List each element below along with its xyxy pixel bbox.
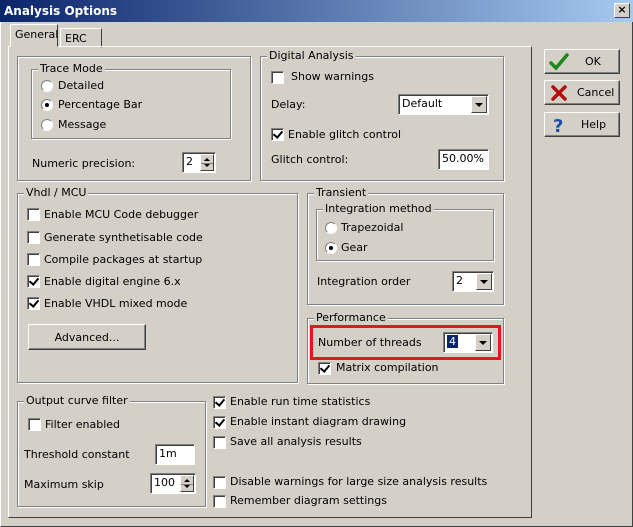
show-warnings-label: Show warnings xyxy=(291,70,374,83)
integration-order-label: Integration order xyxy=(317,275,411,288)
tab-erc[interactable]: ERC xyxy=(60,28,102,48)
delay-label: Delay: xyxy=(271,98,306,111)
x-icon xyxy=(551,85,567,101)
save-results-checkbox[interactable] xyxy=(213,436,226,449)
cancel-label: Cancel xyxy=(577,86,615,99)
detailed-radio[interactable] xyxy=(41,80,53,92)
max-skip-label: Maximum skip xyxy=(24,478,104,491)
numeric-precision-spinner[interactable] xyxy=(200,154,214,171)
svg-text:?: ? xyxy=(553,116,563,135)
threshold-value: 1m xyxy=(159,447,177,460)
synthetisable-code-checkbox[interactable] xyxy=(27,231,40,244)
digital-analysis-title: Digital Analysis xyxy=(267,49,356,62)
trapezoidal-label: Trapezoidal xyxy=(341,221,404,234)
threshold-input[interactable]: 1m xyxy=(155,444,195,465)
delay-value: Default xyxy=(402,97,443,110)
integration-order-value: 2 xyxy=(456,274,463,287)
trace-mode-title: Trace Mode xyxy=(38,62,105,75)
filter-enabled-label: Filter enabled xyxy=(45,418,121,431)
compile-packages-checkbox[interactable] xyxy=(27,253,40,266)
tab-erc-label: ERC xyxy=(65,32,87,45)
vhdl-mixed-mode-label: Enable VHDL mixed mode xyxy=(44,297,188,310)
delay-dropdown-button[interactable] xyxy=(471,96,487,113)
numeric-precision-label: Numeric precision: xyxy=(32,157,136,170)
threads-highlight-box xyxy=(310,325,501,360)
close-button[interactable]: × xyxy=(614,3,630,18)
detailed-label: Detailed xyxy=(58,79,105,92)
disable-warnings-checkbox[interactable] xyxy=(213,476,226,489)
mcu-debugger-checkbox[interactable] xyxy=(27,208,40,221)
gear-radio[interactable] xyxy=(325,242,337,254)
title-bar: Analysis Options × xyxy=(0,0,633,22)
show-warnings-checkbox[interactable] xyxy=(271,71,284,84)
synthetisable-code-label: Generate synthetisable code xyxy=(44,231,203,244)
run-time-stats-checkbox[interactable] xyxy=(213,396,226,409)
instant-drawing-checkbox[interactable] xyxy=(213,416,226,429)
message-label: Message xyxy=(58,118,107,131)
run-time-stats-label: Enable run time statistics xyxy=(230,395,371,408)
matrix-compilation-label: Matrix compilation xyxy=(336,361,439,374)
performance-title: Performance xyxy=(314,311,388,324)
max-skip-spinner[interactable] xyxy=(180,475,194,492)
tab-general-label: General xyxy=(15,28,59,41)
help-button[interactable]: ? Help xyxy=(544,112,620,137)
vhdl-mcu-group: Vhdl / MCU xyxy=(17,186,298,383)
percentage-bar-radio[interactable] xyxy=(41,99,53,111)
output-filter-title: Output curve filter xyxy=(24,394,130,407)
remember-settings-checkbox[interactable] xyxy=(213,495,226,508)
glitch-control-label: Glitch control: xyxy=(271,153,349,166)
save-results-label: Save all analysis results xyxy=(230,435,362,448)
enable-glitch-checkbox[interactable] xyxy=(271,128,284,141)
advanced-label: Advanced... xyxy=(54,331,120,344)
numeric-precision-value: 2 xyxy=(186,155,193,168)
max-skip-value: 100 xyxy=(154,476,175,489)
glitch-control-input[interactable]: 50.00% xyxy=(438,149,489,170)
integration-method-title: Integration method xyxy=(323,202,434,215)
digital-engine-checkbox[interactable] xyxy=(27,275,40,288)
percentage-bar-label: Percentage Bar xyxy=(58,98,143,111)
vhdl-mcu-title: Vhdl / MCU xyxy=(24,186,89,199)
compile-packages-label: Compile packages at startup xyxy=(44,253,203,266)
glitch-control-value: 50.00% xyxy=(442,152,484,165)
ok-button[interactable]: OK xyxy=(544,49,620,74)
ok-label: OK xyxy=(585,55,601,68)
advanced-button[interactable]: Advanced... xyxy=(28,324,146,350)
enable-glitch-label: Enable glitch control xyxy=(288,128,402,141)
threshold-label: Threshold constant xyxy=(24,448,130,461)
transient-title: Transient xyxy=(314,186,369,199)
help-icon: ? xyxy=(553,116,563,135)
remember-settings-label: Remember diagram settings xyxy=(230,494,387,507)
filter-enabled-checkbox[interactable] xyxy=(28,418,41,431)
gear-label: Gear xyxy=(341,241,368,254)
instant-drawing-label: Enable instant diagram drawing xyxy=(230,415,407,428)
cancel-button[interactable]: Cancel xyxy=(544,80,620,105)
tab-general[interactable]: General xyxy=(10,24,58,47)
help-label: Help xyxy=(581,118,607,131)
window-title: Analysis Options xyxy=(4,4,118,18)
digital-engine-label: Enable digital engine 6.x xyxy=(44,275,181,288)
message-radio[interactable] xyxy=(41,119,53,131)
mcu-debugger-label: Enable MCU Code debugger xyxy=(44,208,199,221)
matrix-compilation-checkbox[interactable] xyxy=(318,362,331,375)
check-icon xyxy=(549,53,569,71)
vhdl-mixed-mode-checkbox[interactable] xyxy=(27,297,40,310)
trapezoidal-radio[interactable] xyxy=(325,222,337,234)
integration-order-dropdown-button[interactable] xyxy=(476,273,492,290)
disable-warnings-label: Disable warnings for large size analysis… xyxy=(230,475,488,488)
